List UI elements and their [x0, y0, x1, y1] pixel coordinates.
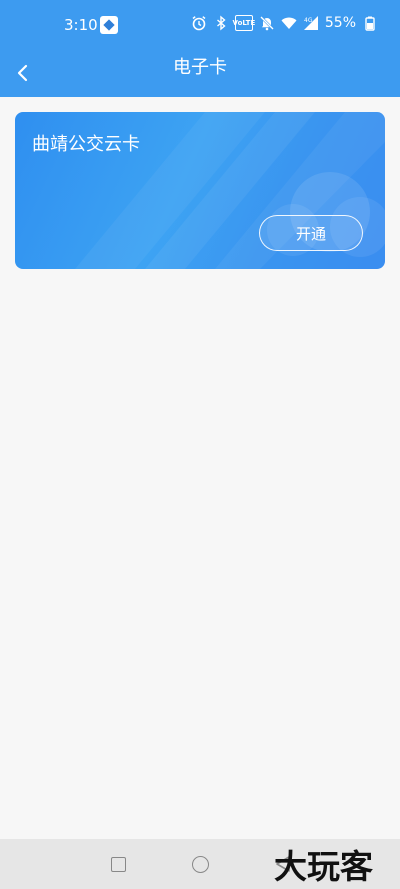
status-icons: VoLTE 4G 55% [191, 15, 378, 31]
app-header: 3:10 VoLTE 4G 55% 电子卡 [0, 0, 400, 97]
page-title: 电子卡 [173, 57, 227, 78]
status-time: 3:10 [64, 16, 98, 34]
svg-text:4G: 4G [304, 17, 313, 24]
open-card-button[interactable]: 开通 [259, 215, 363, 251]
battery-icon [362, 15, 378, 31]
bus-card[interactable]: 曲靖公交云卡 开通 [15, 112, 385, 269]
svg-text:大玩客: 大玩客 [274, 847, 373, 886]
app-notification-icon [100, 16, 118, 34]
navigation-bar: 电子卡 [0, 50, 400, 97]
4g-signal-icon: 4G [303, 15, 319, 31]
home-button[interactable] [192, 856, 209, 873]
volte-icon: VoLTE [233, 15, 255, 31]
card-title: 曲靖公交云卡 [32, 134, 140, 155]
mute-icon [259, 15, 275, 31]
watermark-logo: 大玩客 [274, 847, 373, 886]
wifi-icon [281, 15, 297, 31]
alarm-icon [191, 15, 207, 31]
battery-percent: 55% [324, 15, 356, 31]
recent-apps-button[interactable] [111, 857, 126, 872]
status-bar: 3:10 VoLTE 4G 55% [0, 0, 400, 50]
bluetooth-icon [213, 15, 229, 31]
system-navigation-bar: 大玩客 [0, 839, 400, 889]
